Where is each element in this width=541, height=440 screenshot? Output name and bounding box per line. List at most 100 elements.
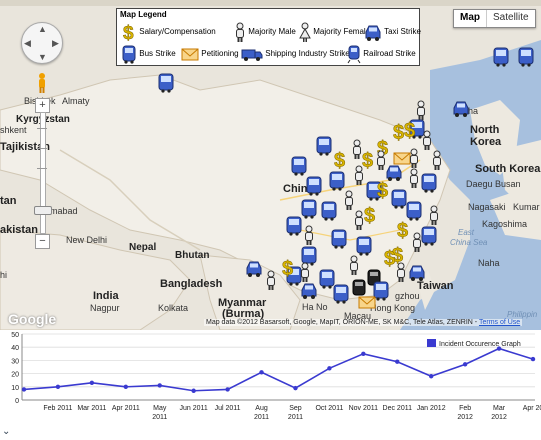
map-type-map-button[interactable]: Map — [454, 10, 487, 27]
marker-taxi-icon[interactable] — [408, 262, 428, 284]
marker-dollar-icon[interactable]: $ — [332, 150, 352, 172]
marker-bus-icon[interactable] — [492, 46, 512, 68]
label-daegu: Daegu — [466, 179, 493, 189]
marker-dollar-icon[interactable]: $ — [382, 248, 402, 270]
pan-right-icon[interactable]: ▶ — [52, 38, 59, 49]
data-point[interactable] — [89, 380, 95, 386]
label-tashkent: shkent — [0, 125, 27, 135]
data-point[interactable] — [429, 374, 434, 379]
label-east-china-sea-2: China Sea — [450, 238, 488, 247]
marker-bus-icon[interactable] — [290, 155, 310, 177]
terms-of-use-link[interactable]: Terms of Use — [479, 319, 520, 326]
pan-up-icon[interactable]: ▲ — [38, 24, 47, 34]
zoom-slider-thumb[interactable] — [34, 206, 52, 215]
marker-bus-icon[interactable] — [405, 200, 425, 222]
marker-train-icon[interactable] — [350, 278, 370, 300]
marker-male-icon[interactable] — [262, 270, 282, 292]
zoom-out-button[interactable]: − — [35, 234, 50, 249]
pan-down-icon[interactable]: ▼ — [38, 52, 47, 62]
marker-bus-icon[interactable] — [320, 200, 340, 222]
legend-item-salary: $ Salary/Compensation — [121, 22, 216, 45]
legend-item-male: Majority Male — [234, 22, 296, 42]
marker-dollar-icon[interactable]: $ — [375, 180, 395, 202]
legend-label: Railroad Strike — [363, 49, 416, 59]
data-point[interactable] — [530, 356, 536, 362]
label-pakistan: akistan — [0, 224, 38, 236]
y-tick-label: 50 — [11, 332, 19, 339]
marker-male-icon[interactable] — [340, 190, 360, 212]
x-tick-label: Jan 2012 — [417, 405, 446, 412]
marker-bus-icon[interactable] — [332, 283, 352, 305]
svg-text:$: $ — [377, 180, 388, 202]
scroll-down-icon[interactable]: ⌄ — [2, 426, 10, 437]
marker-taxi-icon[interactable] — [452, 98, 472, 120]
marker-bus-icon[interactable] — [328, 170, 348, 192]
pegman-icon[interactable] — [36, 72, 48, 94]
x-tick-label: Oct 2011 — [315, 405, 343, 412]
data-point[interactable] — [395, 359, 400, 364]
marker-male-icon[interactable] — [345, 255, 365, 277]
marker-bus-icon[interactable] — [420, 172, 440, 194]
y-tick-label: 40 — [11, 345, 19, 352]
google-logo[interactable]: Google — [8, 311, 56, 327]
data-point[interactable] — [462, 362, 468, 367]
data-point[interactable] — [293, 385, 298, 391]
zoom-control[interactable]: + − — [34, 98, 52, 249]
data-point[interactable] — [157, 383, 162, 388]
legend-item-shipping: Shipping Industry Strike — [241, 44, 350, 64]
marker-bus-icon[interactable] — [517, 46, 537, 68]
data-point[interactable] — [259, 370, 264, 375]
marker-bus-icon[interactable] — [330, 228, 350, 250]
x-tick-label: Jun 2011 — [180, 405, 208, 412]
map-attribution: Map data ©2012 Basarsoft, Google, MapIT,… — [204, 319, 523, 326]
marker-male-icon[interactable] — [296, 262, 316, 284]
data-point[interactable] — [191, 388, 196, 393]
x-tick-label: Mar 2011 — [77, 405, 106, 412]
label-busan: Busan — [495, 179, 521, 189]
label-naha: Naha — [478, 258, 500, 268]
bus-icon — [122, 45, 136, 64]
label-afghanistan: tan — [0, 195, 17, 207]
map-type-control[interactable]: Map Satellite — [453, 9, 536, 28]
data-point[interactable] — [327, 366, 332, 371]
marker-male-icon[interactable] — [425, 205, 445, 227]
zoom-in-button[interactable]: + — [35, 98, 50, 113]
marker-male-icon[interactable] — [408, 232, 428, 254]
taxi-icon — [365, 25, 381, 41]
map-type-satellite-button[interactable]: Satellite — [487, 10, 535, 27]
marker-dollar-icon[interactable]: $ — [362, 205, 382, 227]
label-kolkata: Kolkata — [158, 303, 189, 313]
marker-bus-icon[interactable] — [355, 235, 375, 257]
map-legend: Map Legend $ Salary/Compensation Majorit… — [116, 8, 421, 66]
svg-text:$: $ — [364, 205, 375, 227]
chart-legend-label: Incident Occurence Graph — [439, 341, 521, 348]
data-point[interactable] — [361, 351, 366, 356]
label-almaty: Almaty — [62, 96, 90, 106]
pan-control[interactable]: ▲ ▼ ◀ ▶ — [21, 22, 63, 64]
data-point[interactable] — [225, 387, 230, 392]
attribution-text: Map data ©2012 Basarsoft, Google, MapIT,… — [206, 319, 473, 326]
label-guangzhou: gzhou — [395, 291, 420, 301]
label-nepal: Nepal — [129, 242, 157, 253]
data-point[interactable] — [123, 384, 128, 389]
zoom-slider-track[interactable] — [40, 112, 46, 234]
marker-male-icon[interactable] — [300, 225, 320, 247]
marker-male-icon[interactable] — [428, 150, 448, 172]
marker-bus-icon[interactable] — [305, 175, 325, 197]
svg-text:$: $ — [123, 23, 134, 42]
map-view[interactable]: Bishkek Almaty Kyrgyzstan shkent Tajikis… — [0, 0, 541, 330]
marker-bus-icon[interactable] — [157, 72, 177, 94]
data-point[interactable] — [55, 384, 61, 389]
legend-swatch — [427, 339, 436, 347]
svg-text:$: $ — [334, 150, 345, 172]
legend-title: Map Legend — [120, 10, 167, 19]
label-kumamoto: Kumar — [513, 202, 540, 212]
dollar-icon: $ — [123, 23, 135, 45]
pan-left-icon[interactable]: ◀ — [24, 38, 31, 49]
x-tick-label: Nov 2011 — [349, 405, 379, 412]
legend-label: Bus Strike — [139, 49, 176, 59]
legend-label: Majority Female — [313, 27, 371, 37]
incident-chart: 01020304050 Feb 2011 Mar 2011 Apr 2011 May 2… — [0, 330, 541, 426]
marker-male-icon[interactable] — [405, 148, 425, 170]
data-point[interactable] — [21, 387, 27, 392]
